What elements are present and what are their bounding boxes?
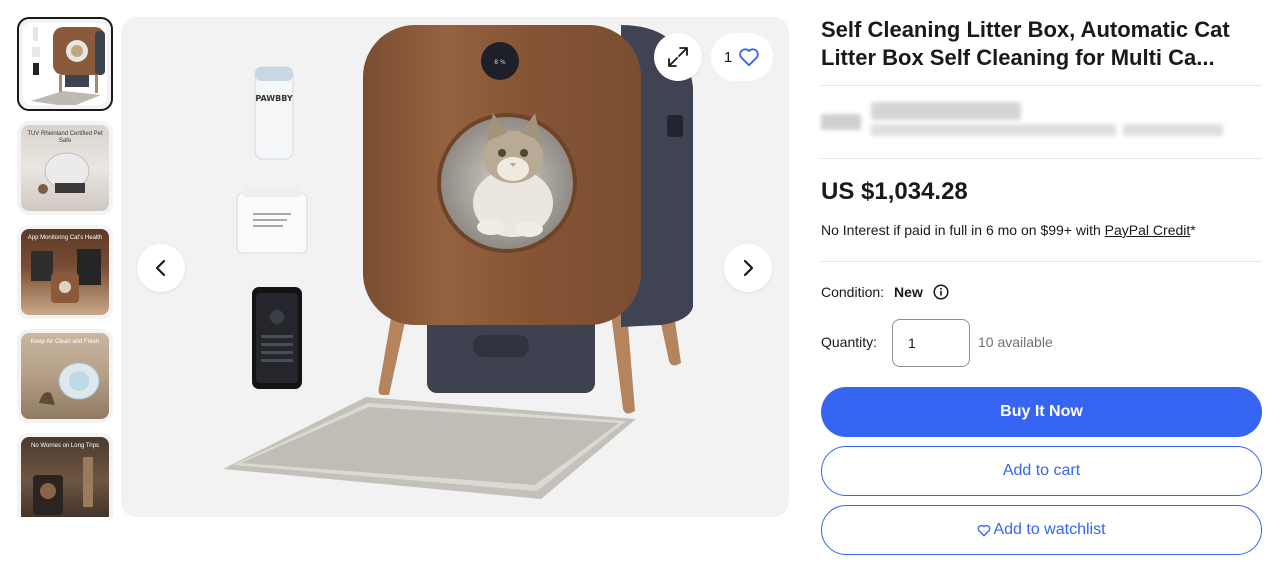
divider	[821, 158, 1262, 159]
divider	[821, 85, 1262, 86]
thumbnail-1[interactable]	[17, 17, 113, 111]
listing-title: Self Cleaning Litter Box, Automatic Cat …	[821, 17, 1230, 70]
quantity-available: 10 available	[978, 334, 1053, 350]
bag-brand-label: PAWBBY	[255, 94, 293, 103]
previous-image-button[interactable]	[137, 244, 185, 292]
thumbnail-4-image	[39, 362, 100, 405]
thumbnail-3-image	[31, 249, 101, 303]
financing-message: No Interest if paid in full in 6 mo on $…	[821, 222, 1196, 238]
condition-label: Condition:	[821, 284, 885, 300]
expand-image-button[interactable]	[654, 33, 702, 81]
trash-bag-roll: PAWBBY	[254, 66, 294, 160]
condition-info-button[interactable]	[933, 284, 949, 300]
watch-count: 1	[723, 48, 733, 66]
smartphone-app	[252, 287, 302, 389]
seller-info-redacted	[821, 100, 1231, 142]
condition-row: Condition: New	[821, 284, 949, 300]
thumbnail-5-caption: No Worries on Long Trips	[31, 443, 99, 449]
thumbnail-strip: TUV Rheinland Certified Pet Safe App Mon…	[17, 17, 113, 517]
thumbnail-3[interactable]: App Monitoring Cat's Health	[17, 225, 113, 319]
thumbnail-1-image	[31, 27, 105, 105]
chevron-left-icon	[155, 259, 166, 277]
thumbnail-2[interactable]: TUV Rheinland Certified Pet Safe	[17, 121, 113, 215]
chevron-right-icon	[743, 259, 754, 277]
condition-value: New	[894, 284, 923, 300]
quantity-input[interactable]	[892, 319, 970, 367]
add-to-watchlist-button[interactable]: Add to watchlist	[821, 505, 1262, 555]
add-to-watchlist-label: Add to watchlist	[993, 521, 1106, 538]
financing-asterisk: *	[1190, 222, 1196, 238]
heart-icon	[739, 48, 759, 67]
litter-mat	[223, 397, 636, 499]
divider	[821, 261, 1262, 262]
main-product-image: 8 % PAWBBY	[223, 25, 693, 499]
next-image-button[interactable]	[724, 244, 772, 292]
main-image-stage[interactable]: 8 % PAWBBY 1	[121, 17, 789, 517]
quantity-label: Quantity:	[821, 334, 878, 350]
paypal-credit-link[interactable]: PayPal Credit	[1105, 222, 1191, 238]
heart-icon	[978, 524, 991, 536]
thumbnail-4-caption: Keep Air Clean and Fresh	[30, 339, 100, 345]
deodorant-box	[236, 187, 308, 254]
thumbnail-5[interactable]: No Worries on Long Trips	[17, 433, 113, 517]
thumbnail-3-caption: App Monitoring Cat's Health	[27, 235, 103, 241]
thumbnail-2-caption: TUV Rheinland Certified Pet Safe	[27, 131, 103, 144]
financing-text: No Interest if paid in full in 6 mo on $…	[821, 222, 1101, 238]
item-price: US $1,034.28	[821, 178, 968, 205]
add-to-cart-button[interactable]: Add to cart	[821, 446, 1262, 496]
buy-it-now-button[interactable]: Buy It Now	[821, 387, 1262, 437]
expand-icon	[668, 47, 688, 67]
thumbnail-4[interactable]: Keep Air Clean and Fresh	[17, 329, 113, 423]
drawer-handle	[473, 335, 529, 357]
info-icon	[933, 284, 949, 300]
side-vent	[667, 115, 683, 137]
watch-count-button[interactable]: 1	[711, 33, 773, 81]
display-readout: 8 %	[494, 59, 506, 66]
